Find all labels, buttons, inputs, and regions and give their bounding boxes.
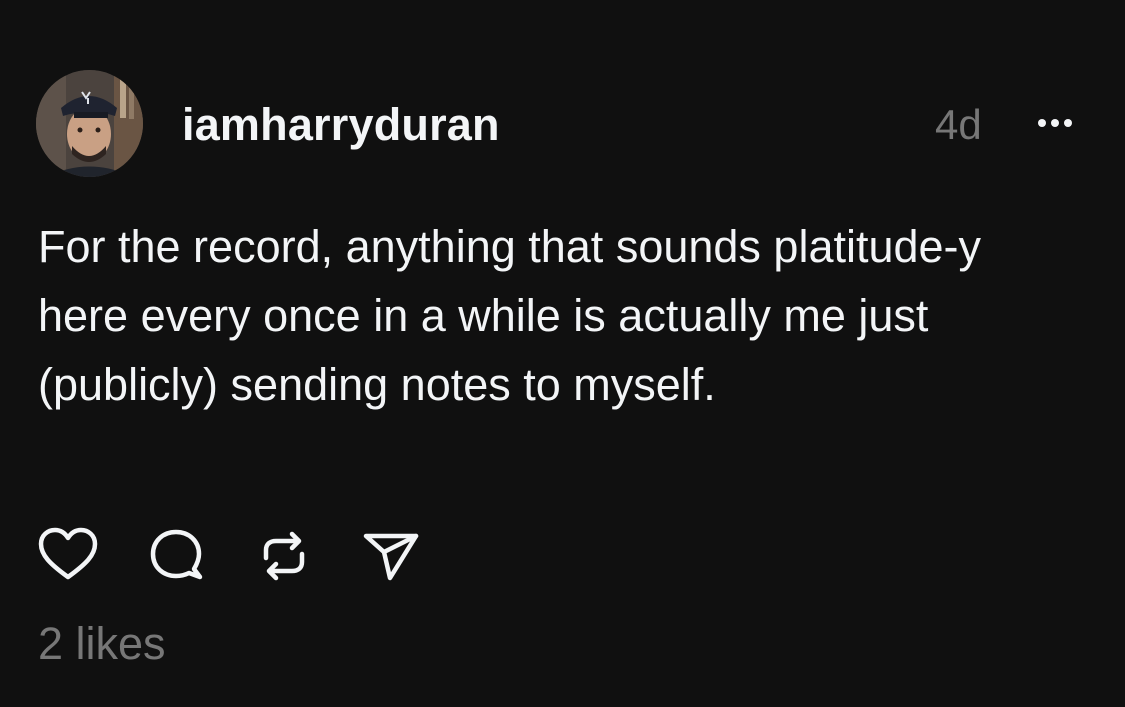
comment-button[interactable] [144,524,208,588]
repost-button[interactable] [252,524,316,588]
heart-icon [38,527,98,580]
send-icon [363,533,419,581]
avatar-image [36,70,143,177]
post-text: For the record, anything that sounds pla… [38,221,982,410]
post-timestamp: 4d [935,101,982,148]
repost-icon [263,531,305,581]
more-options-icon [1038,119,1072,127]
share-button[interactable] [360,524,424,588]
likes-count[interactable]: 2 likes [38,617,166,671]
more-options-button[interactable] [1030,108,1080,138]
like-button[interactable] [36,524,100,588]
comment-bubble-icon [150,529,203,580]
avatar[interactable] [36,70,143,177]
post-card: iamharryduran 4d For the record, anythin… [0,0,1125,707]
username[interactable]: iamharryduran [182,98,500,152]
